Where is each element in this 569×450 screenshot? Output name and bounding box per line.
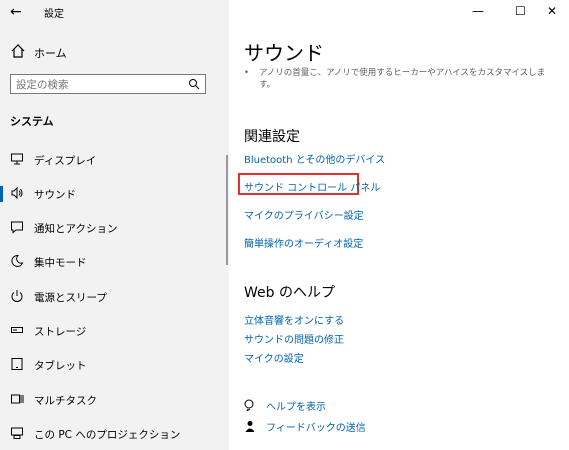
link-send-feedback[interactable]: フィードバックの送信 xyxy=(266,419,366,434)
close-button[interactable]: ✕ xyxy=(547,4,557,18)
link-spatial-sound[interactable]: 立体音響をオンにする xyxy=(244,312,344,327)
help-chat-icon xyxy=(244,399,254,411)
back-arrow-icon[interactable]: ← xyxy=(10,4,26,20)
sidebar-item-label: サウンド xyxy=(34,189,76,201)
description-line-2: す。 xyxy=(259,80,276,90)
sidebar-item-label: この PC へのプロジェクション xyxy=(34,429,181,441)
window-title: 設定 xyxy=(44,9,64,20)
description-line-1: アノリの首量こ、アノリで使用するヒーカーやアハイスをカスタマイスしま xyxy=(259,68,546,78)
sidebar-item-multitask[interactable]: マルチタスク xyxy=(0,386,229,414)
sidebar-scrollbar[interactable] xyxy=(226,155,228,265)
main-content: — ☐ ✕ サウンド • アノリの首量こ、アノリで使用するヒーカーやアハイスをカ… xyxy=(229,0,569,450)
sidebar-item-label: タブレット xyxy=(34,360,87,372)
link-accessibility-audio[interactable]: 簡単操作のオーディオ設定 xyxy=(244,235,363,250)
multitask-icon xyxy=(11,394,24,404)
sidebar-item-label: 電源とスリープ xyxy=(34,292,107,304)
sidebar-item-display[interactable]: ディスプレイ xyxy=(0,146,229,174)
search-input[interactable] xyxy=(16,77,176,92)
speaker-icon xyxy=(11,186,23,200)
search-icon[interactable] xyxy=(188,78,200,90)
power-icon xyxy=(11,290,23,302)
sidebar-item-notifications[interactable]: 通知とアクション xyxy=(0,214,229,242)
link-fix-sound-problems[interactable]: サウンドの問題の修正 xyxy=(244,331,344,346)
tablet-icon xyxy=(11,358,23,370)
monitor-icon xyxy=(11,153,23,165)
link-mic-privacy[interactable]: マイクのプライバシー設定 xyxy=(244,207,364,222)
link-mic-setup[interactable]: マイクの設定 xyxy=(244,350,304,365)
sidebar: ← 設定 ホーム システム ディスプレイ サウンド 通知とアクション 集中モード… xyxy=(0,0,229,450)
sidebar-item-label: 集中モード xyxy=(34,257,87,269)
minimize-button[interactable]: — xyxy=(472,4,484,18)
sidebar-item-tablet[interactable]: タブレット xyxy=(0,351,229,379)
sidebar-item-label: マルチタスク xyxy=(34,395,97,407)
sidebar-home[interactable]: ホーム xyxy=(34,45,67,61)
sidebar-item-storage[interactable]: ストレージ xyxy=(0,317,229,345)
notification-icon xyxy=(11,221,23,234)
sidebar-section-title: システム xyxy=(10,115,54,128)
bullet-icon: • xyxy=(244,68,250,78)
page-title: サウンド xyxy=(244,41,324,65)
maximize-button[interactable]: ☐ xyxy=(515,4,526,18)
sidebar-item-focus[interactable]: 集中モード xyxy=(0,248,229,276)
feedback-icon xyxy=(245,421,255,432)
search-box[interactable] xyxy=(10,74,206,94)
moon-icon xyxy=(11,254,24,267)
link-get-help[interactable]: ヘルプを表示 xyxy=(266,398,326,413)
sidebar-item-sound[interactable]: サウンド xyxy=(0,180,229,208)
web-help-heading: Web のヘルプ xyxy=(244,285,335,301)
home-icon[interactable] xyxy=(10,43,26,59)
projection-icon xyxy=(11,427,23,439)
storage-icon xyxy=(11,327,23,333)
related-settings-heading: 関連設定 xyxy=(244,129,300,145)
link-bluetooth-devices[interactable]: Bluetooth とその他のデバイス xyxy=(244,151,385,166)
sidebar-item-label: ディスプレイ xyxy=(34,155,97,167)
sidebar-item-projection[interactable]: この PC へのプロジェクション xyxy=(0,420,229,448)
sidebar-item-power[interactable]: 電源とスリープ xyxy=(0,283,229,311)
active-indicator xyxy=(0,186,3,202)
sidebar-item-label: ストレージ xyxy=(34,326,87,338)
sidebar-item-label: 通知とアクション xyxy=(34,223,118,235)
link-sound-control-panel[interactable]: サウンド コントロール パネル xyxy=(244,179,380,194)
